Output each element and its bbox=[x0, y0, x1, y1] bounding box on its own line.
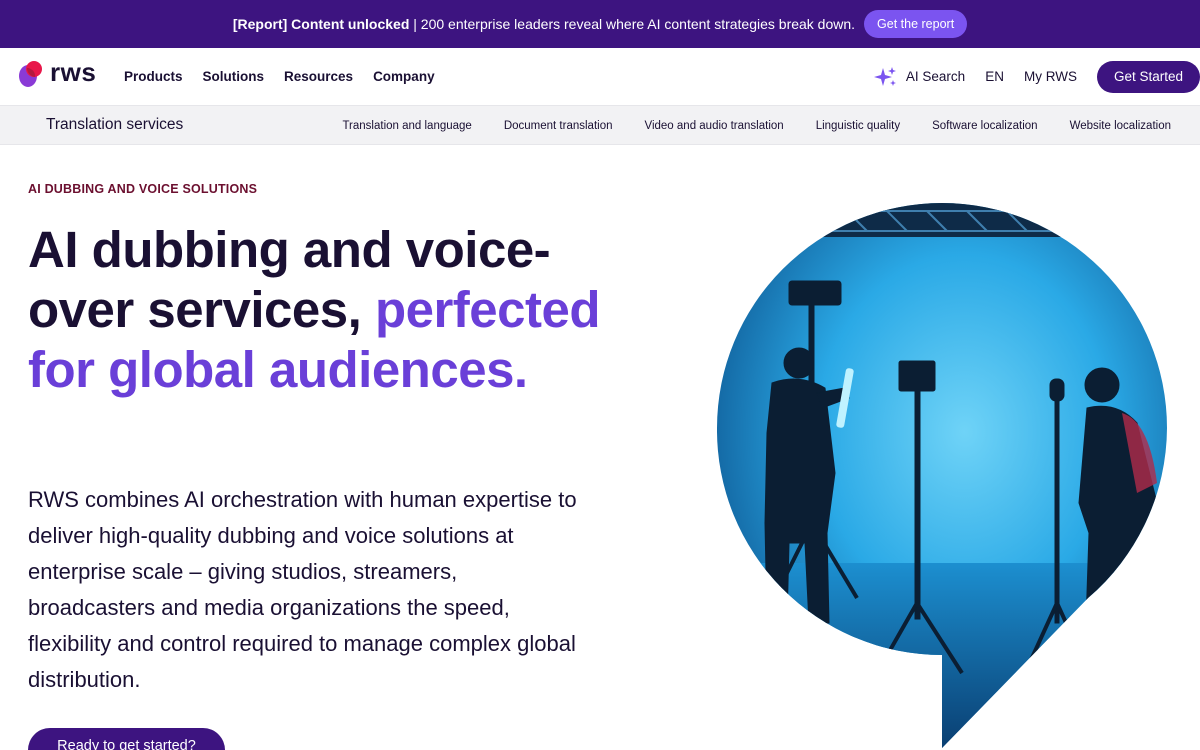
subnav-item-translation-language[interactable]: Translation and language bbox=[342, 120, 471, 132]
sparkle-icon bbox=[873, 66, 896, 86]
my-rws-link[interactable]: My RWS bbox=[1024, 69, 1077, 84]
nav-item-resources[interactable]: Resources bbox=[284, 69, 353, 84]
nav-links: Products Solutions Resources Company bbox=[124, 48, 435, 105]
promo-text: [Report] Content unlocked | 200 enterpri… bbox=[233, 16, 855, 32]
subnav-item-video-audio-translation[interactable]: Video and audio translation bbox=[645, 120, 784, 132]
nav-item-products[interactable]: Products bbox=[124, 69, 183, 84]
subnav-item-website-localization[interactable]: Website localization bbox=[1070, 120, 1171, 132]
hero-headline: AI dubbing and voice-over services, perf… bbox=[28, 220, 628, 400]
nav-right: AI Search EN My RWS Get Started bbox=[873, 48, 1200, 105]
promo-body: | 200 enterprise leaders reveal where AI… bbox=[413, 16, 856, 32]
main-nav: rws Products Solutions Resources Company… bbox=[0, 48, 1200, 105]
get-report-button[interactable]: Get the report bbox=[864, 10, 968, 38]
get-started-button[interactable]: Get Started bbox=[1096, 60, 1200, 93]
hero-description: RWS combines AI orchestration with human… bbox=[28, 487, 577, 692]
ai-search-link[interactable]: AI Search bbox=[873, 66, 966, 88]
hero-image bbox=[717, 203, 1167, 748]
ai-search-label: AI Search bbox=[905, 69, 966, 84]
subnav-item-software-localization[interactable]: Software localization bbox=[932, 120, 1037, 132]
sub-nav: Translation services Translation and lan… bbox=[0, 105, 1200, 145]
ready-to-get-started-button[interactable]: Ready to get started? bbox=[28, 728, 225, 750]
logo[interactable]: rws bbox=[18, 57, 97, 90]
nav-item-solutions[interactable]: Solutions bbox=[203, 69, 265, 84]
rws-logo-icon bbox=[19, 61, 42, 87]
language-selector[interactable]: EN bbox=[985, 69, 1004, 84]
promo-strong: [Report] Content unlocked bbox=[232, 16, 410, 32]
promo-banner: [Report] Content unlocked | 200 enterpri… bbox=[0, 0, 1200, 48]
subnav-title[interactable]: Translation services bbox=[46, 116, 183, 134]
hero-eyebrow: AI DUBBING AND VOICE SOLUTIONS bbox=[28, 182, 258, 196]
nav-item-company[interactable]: Company bbox=[373, 69, 435, 84]
subnav-item-linguistic-quality[interactable]: Linguistic quality bbox=[816, 120, 900, 132]
subnav-item-document-translation[interactable]: Document translation bbox=[504, 120, 613, 132]
subnav-links: Translation and language Document transl… bbox=[342, 106, 1171, 146]
logo-text: rws bbox=[50, 57, 97, 87]
